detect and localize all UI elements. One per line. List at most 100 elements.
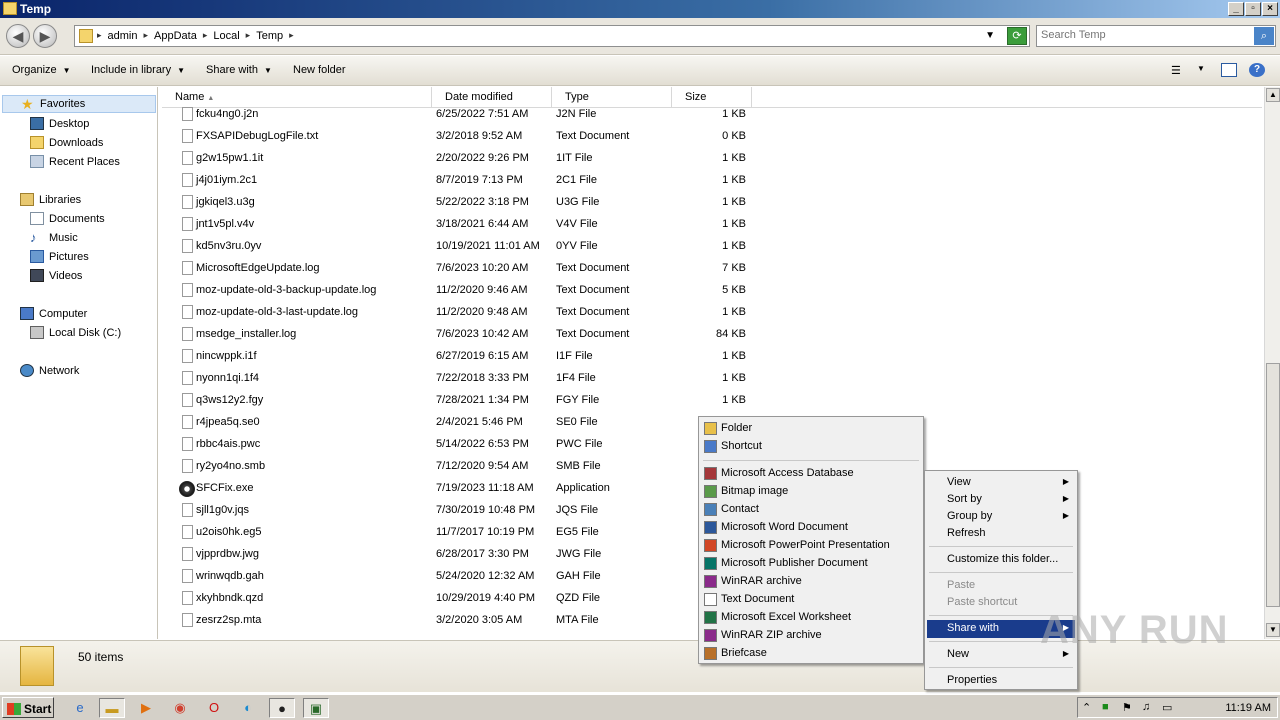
scroll-thumb[interactable] — [1266, 363, 1280, 607]
file-row[interactable]: jgkiqel3.u3g 5/22/2022 3:18 PM U3G File 1 K… — [162, 192, 762, 214]
file-row[interactable]: wrinwqdb.gah 5/24/2020 12:32 AM GAH File — [162, 566, 762, 588]
new-menu-item[interactable]: WinRAR ZIP archive — [701, 627, 921, 645]
explorer-icon[interactable]: ▬ — [99, 698, 125, 718]
new-menu-item[interactable]: Microsoft PowerPoint Presentation — [701, 537, 921, 555]
menu-item-group-by[interactable]: Group by ▶ — [927, 508, 1075, 526]
breadcrumb-appdata[interactable]: AppData — [154, 30, 197, 42]
file-row[interactable]: FXSAPIDebugLogFile.txt 3/2/2018 9:52 AM Te… — [162, 126, 762, 148]
flag-icon[interactable]: ⚑ — [1122, 701, 1132, 714]
new-menu-item[interactable]: Shortcut — [701, 438, 921, 456]
nav-recent-places[interactable]: Recent Places — [30, 155, 120, 168]
address-bar[interactable]: ▸ admin ▸ AppData ▸ Local ▸ Temp ▸ ▼ ⟳ — [74, 25, 1030, 47]
menu-item-sort-by[interactable]: Sort by ▶ — [927, 491, 1075, 509]
search-input[interactable] — [1041, 29, 1251, 41]
new-menu-item[interactable]: Bitmap image — [701, 483, 921, 501]
address-dropdown-icon[interactable]: ▼ — [985, 30, 995, 41]
clock[interactable]: 11:19 AM — [1225, 702, 1271, 714]
action-center-icon[interactable]: ▭ — [1162, 701, 1172, 714]
file-row[interactable]: moz-update-old-3-backup-update.log 11/2/2… — [162, 280, 762, 302]
include-in-library-button[interactable]: Include in library ▼ — [91, 64, 185, 76]
breadcrumb-temp[interactable]: Temp — [256, 30, 283, 42]
internet-explorer-icon[interactable]: e — [67, 698, 93, 718]
chrome-icon[interactable]: ◉ — [167, 698, 193, 718]
nav-network[interactable]: Network — [20, 364, 79, 377]
file-row[interactable]: SFCFix.exe 7/19/2023 11:18 AM Application — [162, 478, 762, 500]
refresh-icon[interactable]: ⟳ — [1007, 27, 1027, 45]
nav-downloads[interactable]: Downloads — [30, 136, 103, 149]
nav-local-disk[interactable]: Local Disk (C:) — [30, 326, 121, 339]
nav-computer[interactable]: Computer — [20, 307, 87, 320]
breadcrumb-local[interactable]: Local — [213, 30, 239, 42]
title-bar[interactable]: Temp _ ▫ × — [0, 0, 1280, 18]
file-row[interactable]: nyonn1qi.1f4 7/22/2018 3:33 PM 1F4 File 1 K… — [162, 368, 762, 390]
file-row[interactable]: msedge_installer.log 7/6/2023 10:42 AM Tex… — [162, 324, 762, 346]
file-row[interactable]: moz-update-old-3-last-update.log 11/2/202… — [162, 302, 762, 324]
back-button[interactable]: ◀ — [6, 24, 30, 48]
file-row[interactable]: q3ws12y2.fgy 7/28/2021 1:34 PM FGY File 1 K… — [162, 390, 762, 412]
file-row[interactable]: ry2yo4no.smb 7/12/2020 9:54 AM SMB File — [162, 456, 762, 478]
new-menu-item[interactable]: Microsoft Excel Worksheet — [701, 609, 921, 627]
scroll-up-icon[interactable]: ▲ — [1266, 88, 1280, 102]
file-row[interactable]: fcku4ng0.j2n 6/25/2022 7:51 AM J2N File 1 K… — [162, 104, 762, 126]
opera-icon[interactable]: O — [201, 698, 227, 718]
new-menu-item[interactable]: Briefcase — [701, 645, 921, 663]
file-row[interactable]: xkyhbndk.qzd 10/29/2019 4:40 PM QZD File — [162, 588, 762, 610]
file-row[interactable]: zesrz2sp.mta 3/2/2020 3:05 AM MTA File — [162, 610, 762, 632]
new-menu-item[interactable]: Folder — [701, 420, 921, 438]
forward-button[interactable]: ▶ — [33, 24, 57, 48]
speaker-icon[interactable]: ♫ — [1142, 701, 1150, 713]
file-row[interactable]: g2w15pw1.1it 2/20/2022 9:26 PM 1IT File 1 K… — [162, 148, 762, 170]
media-player-icon[interactable]: ▶ — [133, 698, 159, 718]
new-menu-item[interactable]: WinRAR archive — [701, 573, 921, 591]
start-button[interactable]: Start — [2, 697, 54, 718]
nav-documents[interactable]: Documents — [30, 212, 105, 225]
file-type: GAH File — [556, 570, 601, 582]
file-row[interactable]: u2ois0hk.eg5 11/7/2017 10:19 PM EG5 File — [162, 522, 762, 544]
nav-videos[interactable]: Videos — [30, 269, 82, 282]
nav-music[interactable]: ♪ Music — [30, 231, 78, 244]
file-row[interactable]: j4j01iym.2c1 8/7/2019 7:13 PM 2C1 File 1 KB — [162, 170, 762, 192]
new-menu-item[interactable]: Text Document — [701, 591, 921, 609]
file-icon — [182, 195, 193, 209]
show-hidden-icons-icon[interactable]: ⌃ — [1082, 701, 1091, 714]
file-row[interactable]: kd5nv3ru.0yv 10/19/2021 11:01 AM 0YV File 1… — [162, 236, 762, 258]
vertical-scrollbar[interactable]: ▲ ▼ — [1264, 87, 1280, 639]
share-with-button[interactable]: Share with ▼ — [206, 64, 272, 76]
new-menu-item[interactable]: Contact — [701, 501, 921, 519]
close-button[interactable]: × — [1262, 2, 1278, 16]
maximize-button[interactable]: ▫ — [1245, 2, 1261, 16]
organize-button[interactable]: Organize ▼ — [12, 64, 71, 76]
nav-favorites[interactable]: ★ Favorites — [2, 95, 156, 113]
help-icon[interactable]: ? — [1249, 63, 1265, 77]
preview-pane-icon[interactable] — [1221, 63, 1237, 77]
menu-item-properties[interactable]: Properties — [927, 672, 1075, 690]
minimize-button[interactable]: _ — [1228, 2, 1244, 16]
search-icon[interactable]: ⌕ — [1254, 27, 1274, 45]
file-row[interactable]: sjll1g0v.jqs 7/30/2019 10:48 PM JQS File — [162, 500, 762, 522]
chevron-down-icon[interactable]: ▼ — [1197, 64, 1213, 78]
file-row[interactable]: vjpprdbw.jwg 6/28/2017 3:30 PM JWG File — [162, 544, 762, 566]
sfcfix-icon[interactable]: ● — [269, 698, 295, 718]
view-options-icon[interactable]: ☰ — [1171, 64, 1187, 78]
file-row[interactable]: nincwppk.i1f 6/27/2019 6:15 AM I1F File 1 K… — [162, 346, 762, 368]
edge-icon[interactable]: ◐ — [235, 698, 261, 718]
menu-item-customize-folder[interactable]: Customize this folder... — [927, 551, 1075, 569]
file-row[interactable]: MicrosoftEdgeUpdate.log 7/6/2023 10:20 AM… — [162, 258, 762, 280]
file-row[interactable]: r4jpea5q.se0 2/4/2021 5:46 PM SE0 File — [162, 412, 762, 434]
new-menu-item[interactable]: Microsoft Publisher Document — [701, 555, 921, 573]
new-folder-button[interactable]: New folder — [293, 64, 346, 76]
nav-libraries[interactable]: Libraries — [20, 193, 81, 206]
file-row[interactable]: rbbc4ais.pwc 5/14/2022 6:53 PM PWC File — [162, 434, 762, 456]
menu-item-refresh[interactable]: Refresh — [927, 525, 1075, 543]
nav-pictures[interactable]: Pictures — [30, 250, 89, 263]
scroll-down-icon[interactable]: ▼ — [1266, 623, 1280, 637]
menu-item-view[interactable]: View ▶ — [927, 474, 1075, 492]
network-status-icon[interactable]: ■ — [1102, 701, 1109, 713]
nav-desktop[interactable]: Desktop — [30, 117, 89, 130]
new-menu-item[interactable]: Microsoft Word Document — [701, 519, 921, 537]
file-row[interactable]: jnt1v5pl.v4v 3/18/2021 6:44 AM V4V File 1 K… — [162, 214, 762, 236]
breadcrumb-admin[interactable]: admin — [108, 30, 138, 42]
new-menu-item[interactable]: Microsoft Access Database — [701, 465, 921, 483]
terminal-icon[interactable]: ▣ — [303, 698, 329, 718]
menu-item-paste[interactable]: Paste — [927, 577, 1075, 595]
